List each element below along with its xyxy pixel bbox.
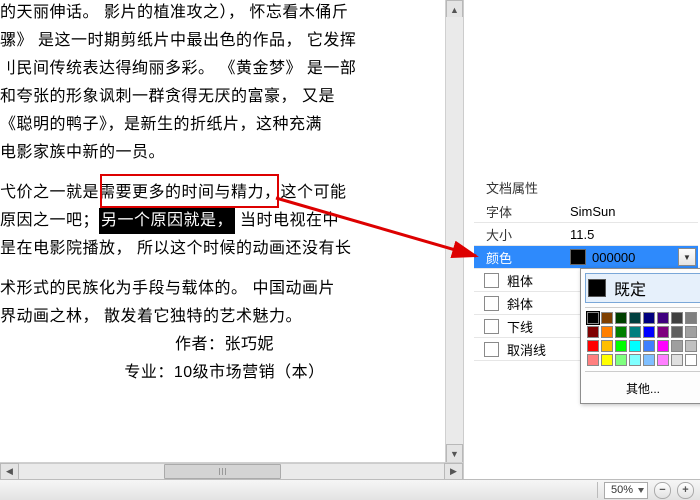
horizontal-scrollbar[interactable]: ◀ ▶ [0,462,463,480]
prop-row-size[interactable]: 大小 11.5 [474,223,698,246]
color-swatch[interactable] [629,312,641,324]
prop-value[interactable]: 11.5 [570,227,698,242]
text-line[interactable]: 电影家族中新的一员。 [0,140,449,166]
color-default-label: 既定 [614,276,646,300]
color-swatch[interactable] [629,354,641,366]
text-line[interactable]: 的天丽伸话。 影片的植准攻之）， 怀忘看木俑斤 [0,0,449,26]
color-swatch[interactable] [643,312,655,324]
color-default-option[interactable]: 既定 [585,273,700,303]
color-swatch[interactable] [615,340,627,352]
checkbox[interactable] [484,296,499,311]
author-label: 作者： [175,336,225,353]
prop-label: 下线 [507,317,533,336]
color-picker-popup: 既定 其他... [580,268,700,404]
color-swatch[interactable] [587,312,599,324]
prop-label: 字体 [474,202,570,221]
color-swatch-icon [570,249,586,265]
color-swatch[interactable] [657,340,669,352]
color-other-option[interactable]: 其他... [585,376,700,399]
color-swatch[interactable] [685,340,697,352]
prop-row-font[interactable]: 字体 SimSun [474,200,698,223]
color-swatch[interactable] [601,354,613,366]
author-line[interactable]: 作者：张巧妮 [0,332,449,358]
prop-label: 颜色 [474,248,570,267]
text-line[interactable]: 《聪明的鸭子》，是新生的折纸片，这种充满 [0,112,449,138]
status-bar: 50% − + [0,479,700,500]
dropdown-button[interactable]: ▼ [678,248,696,266]
prop-label: 取消线 [507,340,546,359]
major-value: 10级市场营销（本） [174,364,325,381]
document-content[interactable]: 的天丽伸话。 影片的植准攻之）， 怀忘看木俑斤 骡》 是这一时期剪纸片中最出色的… [0,0,463,390]
color-swatch[interactable] [615,326,627,338]
color-swatch-icon [588,279,606,297]
selected-text[interactable]: 另一个原因就是， [99,208,235,234]
prop-label: 粗体 [507,271,533,290]
checkbox[interactable] [484,319,499,334]
prop-value[interactable]: SimSun [570,204,698,219]
color-swatch[interactable] [657,312,669,324]
properties-panel: 文档属性 字体 SimSun 大小 11.5 颜色 000000 ▼ 粗体 [464,0,700,480]
color-swatch[interactable] [601,326,613,338]
prop-label: 斜体 [507,294,533,313]
scroll-thumb[interactable] [164,464,281,479]
separator [585,371,700,372]
prop-label: 大小 [474,225,570,244]
text-line[interactable]: 原因之一吧；另一个原因就是， 当时电视在中 [0,208,449,234]
text-line[interactable]: 界动画之林， 散发着它独特的艺术魅力。 [0,304,449,330]
checkbox[interactable] [484,342,499,357]
color-swatch[interactable] [671,340,683,352]
scroll-down-button[interactable]: ▼ [446,444,463,463]
text-line[interactable]: 术形式的民族化为手段与载体的。 中国动画片 [0,276,449,302]
separator [597,482,598,498]
document-pane: 的天丽伸话。 影片的植准攻之）， 怀忘看木俑斤 骡》 是这一时期剪纸片中最出色的… [0,0,464,480]
zoom-select[interactable]: 50% [604,482,648,499]
panel-title: 文档属性 [486,178,538,197]
color-swatch[interactable] [657,354,669,366]
color-swatch[interactable] [615,312,627,324]
color-swatch[interactable] [615,354,627,366]
text-span[interactable]: 原因之一吧； [0,212,99,229]
text-line[interactable]: 昰在电影院播放， 所以这个时候的动画还没有长 [0,236,449,262]
color-swatch[interactable] [587,340,599,352]
scroll-left-button[interactable]: ◀ [0,463,19,480]
color-swatch[interactable] [671,312,683,324]
prop-row-color[interactable]: 颜色 000000 ▼ [474,246,698,269]
color-swatch[interactable] [629,340,641,352]
separator [585,307,700,308]
text-line[interactable]: 骡》 是这一时期剪纸片中最出色的作品， 它发挥 [0,28,449,54]
text-line[interactable]: 刂民间传统表达得绚丽多彩。 《黄金梦》 是一部 [0,56,449,82]
color-hex: 000000 [592,250,635,265]
vertical-scrollbar[interactable]: ▲ ▼ [445,0,463,463]
scroll-track[interactable] [19,463,444,480]
color-swatch[interactable] [643,326,655,338]
author-name: 张巧妮 [225,336,275,353]
prop-value-color[interactable]: 000000 ▼ [570,248,698,266]
color-swatch[interactable] [657,326,669,338]
color-swatch[interactable] [671,354,683,366]
color-swatch[interactable] [629,326,641,338]
zoom-out-button[interactable]: − [654,482,671,499]
text-line[interactable]: 弋价之一就是需要更多的时间与精力，这个可能 [0,180,449,206]
color-swatch[interactable] [601,312,613,324]
color-swatch[interactable] [601,340,613,352]
color-swatch[interactable] [671,326,683,338]
text-line[interactable]: 和夸张的形象讽刺一群贪得无厌的富豪， 又是 [0,84,449,110]
color-swatch[interactable] [685,312,697,324]
color-swatch[interactable] [643,354,655,366]
zoom-in-button[interactable]: + [677,482,694,499]
scroll-right-button[interactable]: ▶ [444,463,463,480]
color-swatch[interactable] [587,354,599,366]
color-swatch[interactable] [685,354,697,366]
text-span[interactable]: 当时电视在中 [240,212,339,229]
scroll-track[interactable] [446,17,463,446]
checkbox[interactable] [484,273,499,288]
major-line[interactable]: 专业：10级市场营销（本） [0,360,449,386]
color-swatch[interactable] [587,326,599,338]
major-label: 专业： [124,364,174,381]
color-grid [585,312,700,368]
color-swatch[interactable] [685,326,697,338]
color-swatch[interactable] [643,340,655,352]
